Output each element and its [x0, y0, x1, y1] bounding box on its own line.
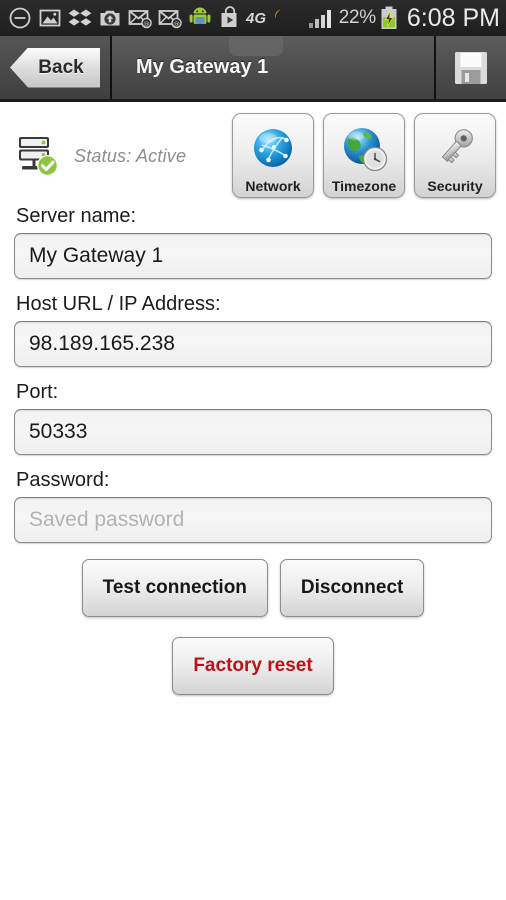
- disconnect-button[interactable]: Disconnect: [279, 559, 425, 617]
- battery-percent-label: 22%: [338, 7, 376, 28]
- title-bar: Back My Gateway 1: [0, 36, 506, 102]
- floppy-save-icon: [455, 51, 487, 84]
- tab-network-label: Network: [245, 178, 301, 194]
- server-name-label: Server name:: [16, 205, 137, 227]
- tab-network[interactable]: Network: [232, 113, 314, 198]
- page-title-label: My Gateway 1: [136, 56, 269, 78]
- back-button-zone[interactable]: Back: [0, 36, 112, 99]
- port-input[interactable]: 50333: [14, 409, 492, 455]
- back-button-label: Back: [38, 56, 84, 78]
- network-globe-icon: [254, 129, 292, 167]
- do-not-disturb-icon: [9, 7, 31, 29]
- host-input[interactable]: 98.189.165.238: [14, 321, 492, 367]
- status-label: Status: Active: [74, 145, 187, 166]
- factory-reset-button[interactable]: Factory reset: [172, 637, 334, 695]
- crescent-icon: [275, 9, 282, 19]
- connection-button-row: Test connection Disconnect: [14, 559, 492, 617]
- status-bar-system-icons: 22% 6:08 PM: [307, 5, 500, 31]
- tab-timezone-label: Timezone: [331, 178, 397, 194]
- back-button[interactable]: Back: [10, 47, 100, 88]
- email-icon: @: [128, 10, 152, 29]
- camera-upload-icon: [100, 10, 120, 26]
- status-bar-notification-icons: @ @ 4G: [8, 5, 283, 31]
- network-type-label: 4G: [246, 9, 267, 27]
- dropbox-icon: [68, 9, 92, 26]
- tab-timezone[interactable]: Timezone: [323, 113, 405, 198]
- host-label: Host URL / IP Address:: [16, 293, 221, 315]
- svg-text:@: @: [173, 20, 180, 28]
- status-bar-clock: 6:08 PM: [406, 3, 500, 32]
- play-store-icon: [221, 6, 237, 27]
- key-icon: [441, 129, 473, 164]
- signal-bars-icon: [308, 10, 331, 28]
- port-label: Port:: [16, 381, 59, 403]
- tab-security-label: Security: [427, 178, 483, 194]
- gateway-status: Status: Active: [16, 133, 186, 179]
- factory-reset-row: Factory reset: [14, 637, 492, 695]
- server-name-input[interactable]: My Gateway 1: [14, 233, 492, 279]
- save-button[interactable]: [436, 36, 506, 99]
- status-bar: @ @ 4G 22% 6:08 PM: [0, 0, 506, 36]
- test-connection-button[interactable]: Test connection: [81, 559, 268, 617]
- gateway-form: Server name: My Gateway 1 Host URL / IP …: [0, 205, 506, 695]
- main-content: Status: Active Network Timezone Security…: [0, 105, 506, 900]
- server-active-icon: [19, 137, 58, 176]
- app-root: @ @ 4G 22% 6:08 PM Back My Gateway 1 Sta…: [0, 0, 506, 900]
- tab-security[interactable]: Security: [414, 113, 496, 198]
- svg-text:@: @: [143, 20, 150, 28]
- settings-tab-buttons: Network Timezone Security: [232, 113, 496, 198]
- password-label: Password:: [16, 469, 110, 491]
- top-row: Status: Active Network Timezone Security: [0, 105, 506, 205]
- gallery-image-icon: [39, 9, 61, 27]
- password-input[interactable]: Saved password: [14, 497, 492, 543]
- android-system-update-icon: [189, 7, 211, 24]
- title-bar-notch: [229, 36, 283, 56]
- battery-charging-icon: [381, 6, 397, 29]
- email-icon-2: @: [158, 10, 182, 29]
- world-clock-icon: [344, 128, 388, 172]
